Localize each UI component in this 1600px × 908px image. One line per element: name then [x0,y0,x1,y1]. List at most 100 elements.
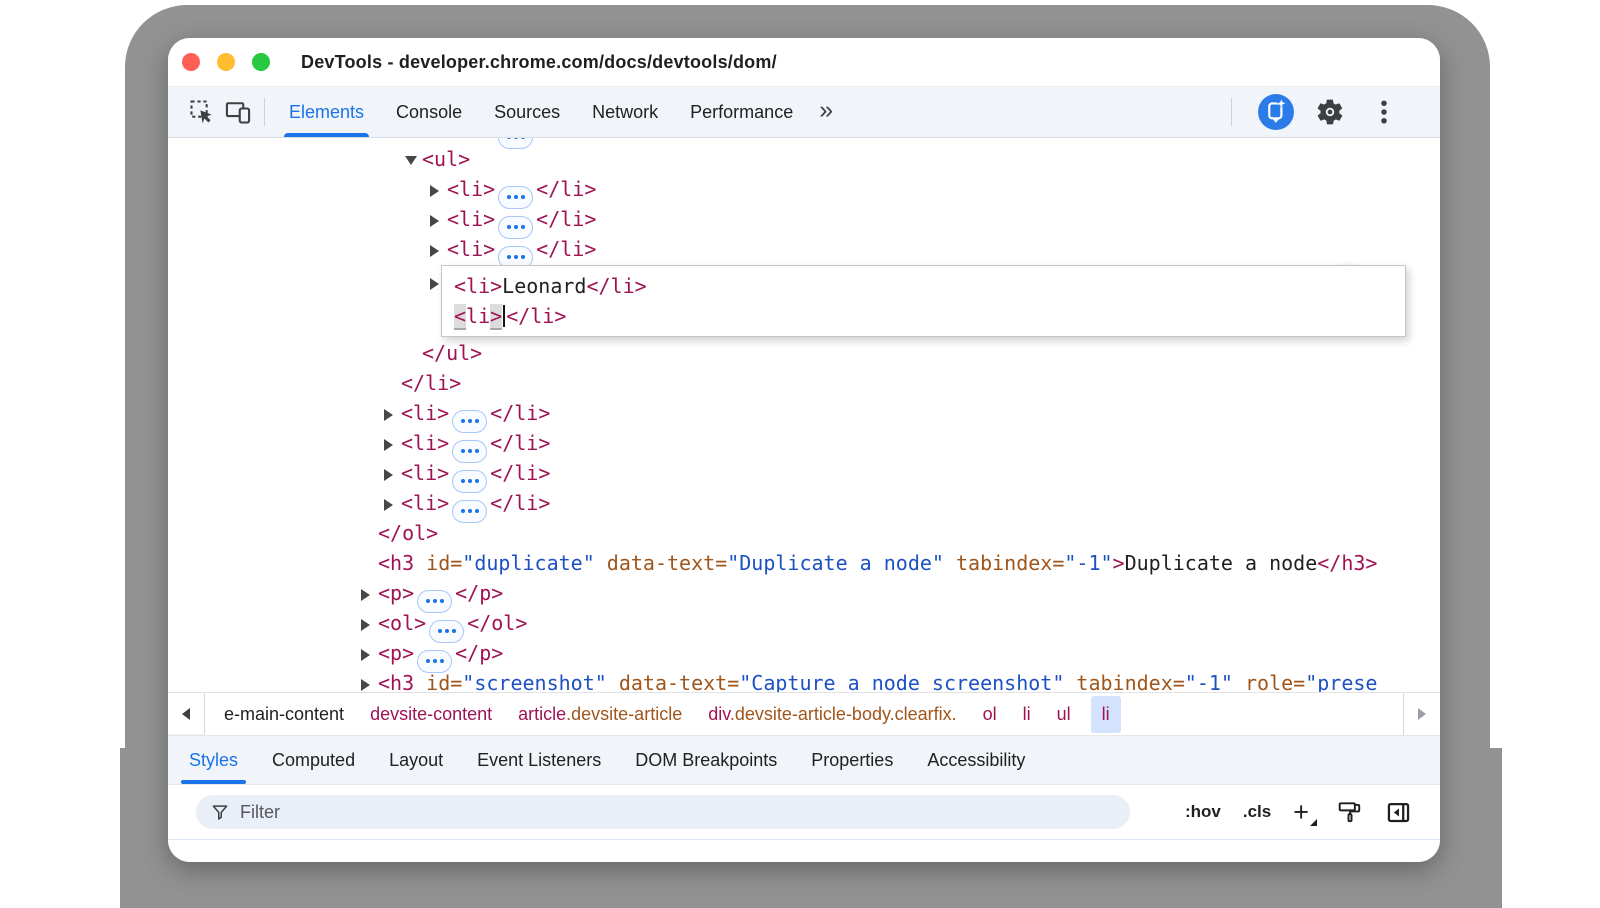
tab-styles[interactable]: Styles [172,736,255,784]
dom-tree-row[interactable]: <h3 id="screenshot" data-text="Capture a… [168,668,1440,692]
expand-arrow-icon[interactable] [384,400,401,430]
tab-performance[interactable]: Performance [674,87,809,137]
breadcrumb-item[interactable]: li [1023,704,1031,725]
dock-side-button[interactable] [1385,799,1412,826]
dom-tree-row[interactable]: <p></p> [168,638,1440,668]
more-panels-button[interactable]: » [809,96,843,125]
dom-tree-row[interactable]: <li></li> [168,458,1440,488]
breadcrumb-scroll-left-button[interactable] [168,693,205,735]
code-token: "duplicate" [462,551,594,575]
dom-tree-row[interactable]: </li> [168,368,1440,398]
ellipsis-dot [514,255,518,259]
ellipsis-dot [514,195,518,199]
dom-tree-row[interactable]: <li></li> [168,174,1440,204]
tab-console[interactable]: Console [380,87,478,137]
tab-layout[interactable]: Layout [372,736,460,784]
tab-properties[interactable]: Properties [794,736,910,784]
breadcrumb-item[interactable]: devsite-content [370,704,492,725]
code-token: "screenshot" [462,671,607,692]
breadcrumb-item[interactable]: li [1091,696,1121,733]
paint-roller-icon [1337,799,1363,825]
toggle-element-state-button[interactable]: :hov [1185,802,1221,822]
ellipsis-dot [507,225,511,229]
code-token: </ol> [378,521,438,545]
active-tab-underline [181,780,246,784]
new-style-rule-button[interactable]: + [1293,802,1315,822]
edit-line: <li>Leonard</li> [454,271,1405,301]
expand-arrow-icon[interactable] [384,430,401,460]
expand-ellipsis-button[interactable] [452,500,487,523]
breadcrumb-item[interactable]: article.devsite-article [518,704,682,725]
ellipsis-dot [461,509,465,513]
dom-tree-row[interactable]: <ol></ol> [168,608,1440,638]
feature-badge-button[interactable] [1258,94,1294,130]
code-token: </ul> [422,341,482,365]
inspect-element-button[interactable] [184,94,220,130]
code-token: > [490,304,502,328]
tab-accessibility[interactable]: Accessibility [910,736,1042,784]
code-token: li [466,304,490,328]
rendering-emulation-button[interactable] [1337,799,1363,825]
tab-network[interactable]: Network [576,87,674,137]
minimize-window-button[interactable] [217,53,235,71]
tab-computed[interactable]: Computed [255,736,372,784]
code-token: "prese [1305,671,1377,692]
dom-tree-row[interactable]: <ul> [168,144,1440,174]
expand-arrow-icon[interactable] [384,460,401,490]
breadcrumb-item[interactable]: e-main-content [224,704,344,725]
expand-arrow-icon[interactable] [361,610,378,640]
ellipsis-dot [440,659,444,663]
breadcrumb-item[interactable]: div.devsite-article-body.clearfix. [708,704,956,725]
dom-tree-row[interactable]: <li></li> [168,204,1440,234]
tab-elements[interactable]: Elements [273,87,380,137]
expand-ellipsis-button[interactable] [498,138,533,149]
code-token: <h3 [378,671,414,692]
code-token: </li> [506,304,566,328]
more-options-button[interactable] [1366,94,1402,130]
styles-filter-input[interactable]: Filter [196,795,1130,829]
tab-label: Computed [272,750,355,771]
dom-edit-textbox[interactable]: <li>Leonard</li><li></li> [441,265,1406,337]
ellipsis-dot [468,449,472,453]
expand-arrow-icon[interactable] [361,640,378,670]
dom-tree-row[interactable]: <li></li> [168,234,1440,264]
breadcrumb-item[interactable]: ol [983,704,997,725]
zoom-window-button[interactable] [252,53,270,71]
code-token: "-1" [1064,551,1112,575]
ellipsis-dot [475,419,479,423]
code-token: <li> [454,274,502,298]
ellipsis-dot [521,225,525,229]
device-toolbar-button[interactable] [220,94,256,130]
element-classes-button[interactable]: .cls [1243,802,1271,822]
collapse-arrow-icon[interactable] [405,146,422,176]
code-token: </h3> [1317,551,1377,575]
dom-tree-row[interactable]: <li>Leonard</li><li></li> [168,264,1440,338]
tab-sources[interactable]: Sources [478,87,576,137]
dom-tree-row[interactable]: <h3 id="duplicate" data-text="Duplicate … [168,548,1440,578]
toolbar-divider [1231,98,1232,126]
ellipsis-dot [475,479,479,483]
dom-tree-row[interactable]: <li></li> [168,488,1440,518]
settings-button[interactable] [1312,94,1348,130]
breadcrumb-scroll-right-button[interactable] [1403,693,1440,735]
dom-tree-row[interactable]: <li></li> [168,398,1440,428]
expand-arrow-icon[interactable] [430,206,447,236]
code-token: <li> [401,491,449,515]
tab-dom-breakpoints[interactable]: DOM Breakpoints [618,736,794,784]
close-window-button[interactable] [182,53,200,71]
dom-tree-row[interactable]: <p></p> [168,578,1440,608]
expand-arrow-icon[interactable] [430,176,447,206]
tab-event-listeners[interactable]: Event Listeners [460,736,618,784]
breadcrumb-item[interactable]: ul [1057,704,1071,725]
ellipsis-dot [426,659,430,663]
dom-tree-row[interactable]: <li></li> [168,428,1440,458]
expand-arrow-icon[interactable] [361,580,378,610]
expand-arrow-icon[interactable] [384,490,401,520]
expand-arrow-icon[interactable] [430,236,447,266]
dom-tree-row[interactable]: </ul> [168,338,1440,368]
expand-arrow-icon[interactable] [361,670,378,693]
ellipsis-dot [468,479,472,483]
styles-filter-bar: Filter :hov .cls + [168,785,1440,839]
chevron-right-icon [1418,708,1426,720]
dom-tree-row[interactable]: </ol> [168,518,1440,548]
